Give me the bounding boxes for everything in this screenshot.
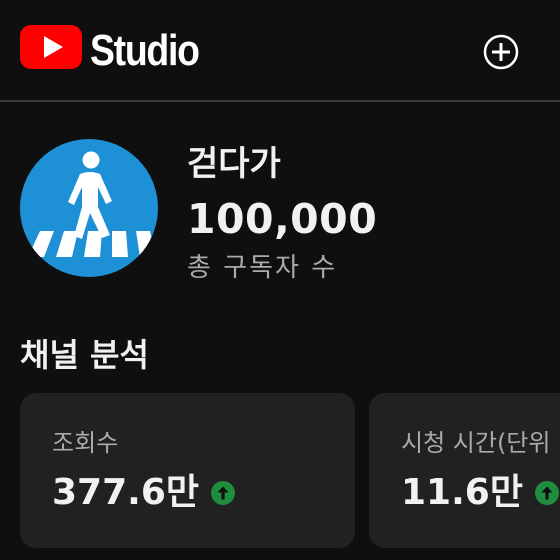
channel-analytics-title: 채널 분석: [20, 336, 149, 374]
metric-value-row: 377.6만: [52, 468, 235, 518]
metric-value-row: 11.6만: [401, 468, 559, 518]
top-app-bar: Studio: [0, 0, 560, 101]
subscriber-count: 100,000: [187, 195, 378, 243]
metric-label: 조회수: [52, 429, 119, 457]
arrow-up-icon: [211, 481, 235, 505]
arrow-up-icon: [534, 481, 559, 505]
metric-value: 377.6만: [52, 472, 199, 513]
add-circle-icon: [483, 34, 519, 70]
channel-avatar[interactable]: [20, 139, 158, 277]
subscriber-count-label: 총 구독자 수: [187, 253, 338, 283]
metric-label: 시청 시간(단위: [401, 429, 551, 457]
header-divider: [0, 100, 560, 102]
pedestrian-crossing-icon: [20, 139, 158, 277]
metric-value: 11.6만: [401, 472, 523, 513]
create-button[interactable]: [481, 32, 521, 72]
analytics-card-views[interactable]: 조회수 377.6만: [20, 393, 355, 548]
studio-brand-text: Studio: [90, 26, 200, 75]
youtube-logo-icon[interactable]: [20, 25, 82, 69]
studio-app: Studio 걷다가 100,000 총 구독자 수 채널 분석 조회수 377…: [0, 0, 560, 560]
channel-name: 걷다가: [187, 144, 281, 184]
analytics-card-watch-time[interactable]: 시청 시간(단위 11.6만: [369, 393, 560, 548]
